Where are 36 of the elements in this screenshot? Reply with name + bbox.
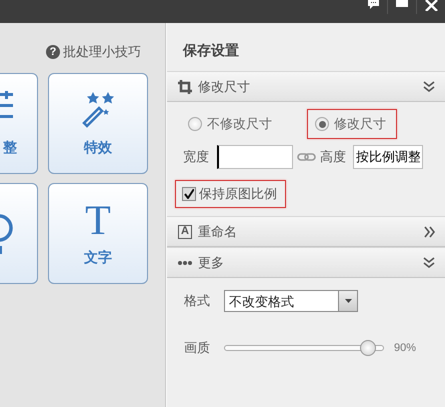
radio-option[interactable]: 修改尺寸 bbox=[307, 109, 397, 139]
letter-t-icon: T bbox=[85, 200, 111, 240]
slider-thumb[interactable] bbox=[360, 340, 376, 356]
field-label: 宽度 bbox=[183, 148, 209, 166]
tool-button[interactable]: T 文字 bbox=[48, 183, 148, 284]
caret-icon bbox=[344, 299, 352, 303]
quality-slider[interactable] bbox=[224, 340, 384, 356]
tips-link[interactable]: 批处理小技巧 bbox=[63, 43, 141, 61]
radio-button[interactable] bbox=[188, 117, 202, 131]
checkbox-option[interactable]: 保持原图比例 bbox=[175, 180, 286, 208]
slider-value: 90% bbox=[394, 342, 416, 354]
section-header[interactable]: 修改尺寸 bbox=[167, 71, 445, 102]
field-label: 格式 bbox=[184, 292, 210, 310]
close-icon[interactable] bbox=[424, 0, 438, 11]
section-header[interactable]: 更多 bbox=[167, 247, 445, 278]
checkbox[interactable] bbox=[182, 187, 196, 201]
help-icon: ? bbox=[46, 45, 60, 59]
width-field[interactable] bbox=[217, 145, 293, 169]
chat-icon[interactable] bbox=[368, 0, 378, 9]
panel-title: 保存设置 bbox=[182, 41, 240, 60]
radio-option[interactable]: 不修改尺寸 bbox=[180, 109, 283, 139]
chevron-down-icon bbox=[423, 257, 435, 268]
link-icon[interactable] bbox=[297, 153, 316, 161]
chevron-down-icon bbox=[423, 81, 435, 92]
letter-a-icon: A bbox=[178, 224, 192, 238]
magic-wand-icon bbox=[81, 90, 115, 130]
format-dropdown[interactable]: 不改变格式 bbox=[224, 290, 358, 312]
section-header[interactable]: A 重命名 bbox=[167, 216, 445, 247]
field-label: 高度 bbox=[320, 148, 346, 166]
field-label: 画质 bbox=[184, 339, 210, 357]
radio-button[interactable] bbox=[315, 117, 329, 131]
chevron-right-icon bbox=[424, 226, 435, 238]
crop-icon bbox=[178, 80, 192, 94]
tool-button[interactable]: 特效 bbox=[48, 73, 148, 174]
more-icon bbox=[178, 260, 192, 264]
tool-button[interactable]: 整 bbox=[0, 73, 38, 174]
